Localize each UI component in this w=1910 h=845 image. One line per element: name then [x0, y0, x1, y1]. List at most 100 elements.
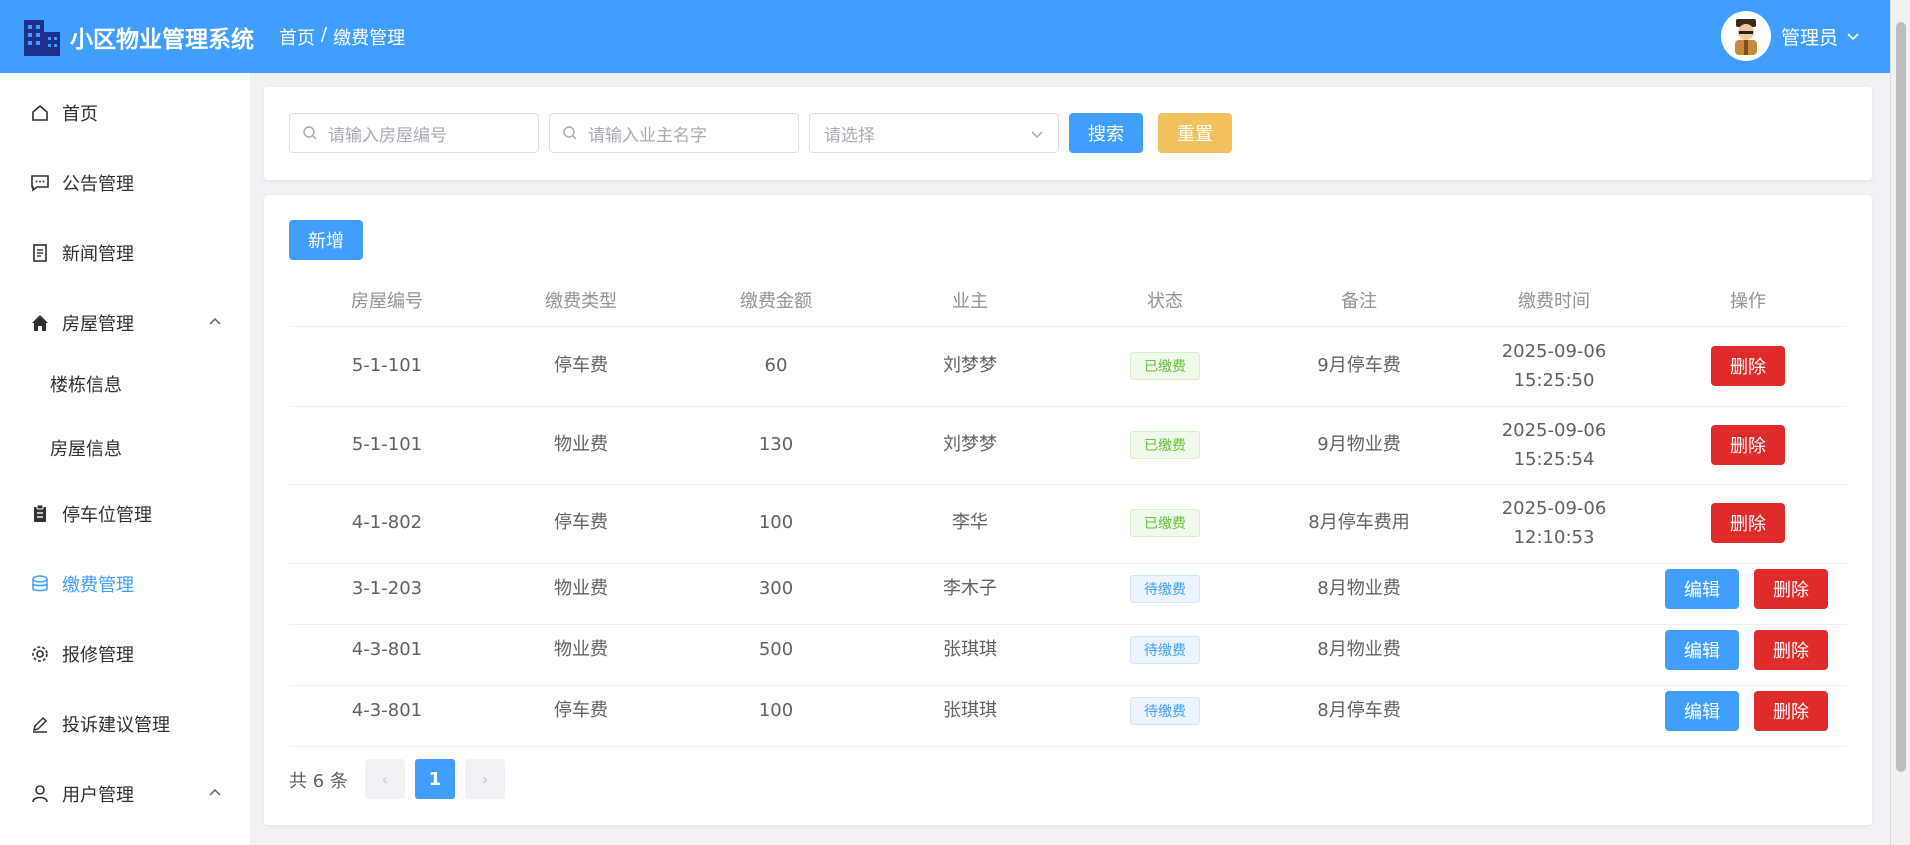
- app-title: 小区物业管理系统: [70, 26, 254, 53]
- chevron-down-icon[interactable]: [1846, 29, 1860, 43]
- breadcrumb-current: 缴费管理: [333, 27, 406, 49]
- cell-type: 停车费: [554, 700, 608, 721]
- coins-icon: [28, 572, 52, 596]
- sidebar-item-label: 房屋管理: [62, 314, 134, 335]
- delete-button[interactable]: 删除: [1754, 569, 1828, 609]
- cell-amount: 300: [758, 578, 794, 599]
- cell-owner: 张琪琪: [943, 639, 997, 660]
- column-header-time: 缴费时间: [1518, 291, 1590, 312]
- user-name[interactable]: 管理员: [1781, 23, 1838, 50]
- cell-note: 8月停车费用: [1308, 512, 1410, 533]
- house-number-placeholder: 请输入房屋编号: [328, 125, 447, 146]
- home-icon: [28, 101, 52, 125]
- cell-date: 2025-09-06: [1501, 498, 1607, 519]
- status-badge: 待缴费: [1130, 575, 1200, 603]
- breadcrumb-home[interactable]: 首页: [279, 24, 315, 50]
- column-header-note: 备注: [1341, 291, 1377, 312]
- cell-type: 物业费: [554, 434, 608, 455]
- sidebar-item-building[interactable]: 楼栋信息: [0, 359, 250, 409]
- page-1-button[interactable]: 1: [415, 759, 455, 799]
- search-icon: [563, 126, 577, 140]
- chevron-up-icon[interactable]: [208, 786, 222, 800]
- delete-button[interactable]: 删除: [1711, 346, 1785, 386]
- reset-button[interactable]: 重置: [1158, 113, 1232, 153]
- edit-button[interactable]: 编辑: [1665, 569, 1739, 609]
- cell-owner: 李华: [952, 512, 988, 533]
- sidebar-item-label: 报修管理: [62, 645, 134, 666]
- cell-type: 停车费: [554, 355, 608, 376]
- cell-type: 物业费: [554, 578, 608, 599]
- status-badge: 待缴费: [1130, 636, 1200, 664]
- cell-house: 4-3-801: [351, 639, 423, 660]
- column-header-status: 状态: [1147, 291, 1183, 312]
- sidebar-item-label: 房屋信息: [50, 439, 122, 460]
- column-header-type: 缴费类型: [545, 291, 617, 312]
- sidebar-item-label: 首页: [62, 104, 98, 125]
- sidebar-item-room[interactable]: 房屋信息: [0, 423, 250, 473]
- column-header-actions: 操作: [1730, 291, 1766, 312]
- sidebar-item-notice[interactable]: 公告管理: [0, 155, 250, 211]
- sidebar-item-home[interactable]: 首页: [0, 85, 250, 141]
- column-header-owner: 业主: [952, 291, 988, 312]
- status-select-placeholder: 请选择: [824, 125, 875, 146]
- edit-button[interactable]: 编辑: [1665, 691, 1739, 731]
- status-badge: 待缴费: [1130, 697, 1200, 725]
- sidebar-item-payment[interactable]: 缴费管理: [0, 556, 250, 612]
- cell-house: 4-1-802: [351, 512, 423, 533]
- user-icon: [28, 782, 52, 806]
- sidebar-item-parking[interactable]: 停车位管理: [0, 486, 250, 542]
- document-icon: [28, 241, 52, 265]
- add-button[interactable]: 新增: [289, 220, 363, 260]
- table-panel: 新增 房屋编号 缴费类型 缴费金额 业主 状态 备注 缴费时间 操作 5-1-1…: [264, 195, 1872, 825]
- breadcrumb-separator: /: [321, 23, 328, 45]
- cell-time: 15:25:54: [1513, 449, 1595, 470]
- status-badge: 已缴费: [1130, 509, 1200, 537]
- chevron-down-icon: [1031, 131, 1043, 139]
- cell-amount: 100: [758, 700, 794, 721]
- delete-button[interactable]: 删除: [1754, 691, 1828, 731]
- clipboard-icon: [28, 502, 52, 526]
- status-select[interactable]: 请选择: [809, 113, 1059, 153]
- gear-icon: [28, 642, 52, 666]
- search-panel: 请输入房屋编号 请输入业主名字 请选择 搜索 重置: [264, 87, 1872, 180]
- avatar-icon: [1722, 13, 1769, 59]
- status-badge: 已缴费: [1130, 352, 1200, 380]
- prev-page-button[interactable]: ‹: [365, 759, 405, 799]
- cell-owner: 张琪琪: [943, 700, 997, 721]
- cell-owner: 李木子: [943, 578, 997, 599]
- delete-button[interactable]: 删除: [1754, 630, 1828, 670]
- divider: [289, 563, 1847, 564]
- sidebar-item-house[interactable]: 房屋管理: [0, 295, 250, 351]
- sidebar-item-label: 用户管理: [62, 785, 134, 806]
- delete-button[interactable]: 删除: [1711, 425, 1785, 465]
- sidebar-item-label: 公告管理: [62, 174, 134, 195]
- cell-house: 5-1-101: [351, 434, 423, 455]
- cell-amount: 60: [764, 355, 788, 376]
- sidebar-item-repair[interactable]: 报修管理: [0, 626, 250, 682]
- cell-date: 2025-09-06: [1501, 341, 1607, 362]
- column-header-amount: 缴费金额: [740, 291, 812, 312]
- cell-time: 12:10:53: [1513, 527, 1595, 548]
- cell-type: 停车费: [554, 512, 608, 533]
- cell-type: 物业费: [554, 639, 608, 660]
- pagination-total: 共 6 条: [289, 771, 348, 792]
- edit-button[interactable]: 编辑: [1665, 630, 1739, 670]
- next-page-button[interactable]: ›: [465, 759, 505, 799]
- cell-owner: 刘梦梦: [943, 355, 997, 376]
- cell-amount: 130: [758, 434, 794, 455]
- avatar[interactable]: [1720, 11, 1771, 61]
- page-scrollbar[interactable]: [1890, 0, 1910, 845]
- owner-name-input[interactable]: 请输入业主名字: [549, 113, 799, 153]
- sidebar-item-user[interactable]: 用户管理: [0, 766, 250, 822]
- user-menu[interactable]: 管理员: [1720, 11, 1860, 61]
- sidebar-item-complaint[interactable]: 投诉建议管理: [0, 696, 250, 752]
- house-number-input[interactable]: 请输入房屋编号: [289, 113, 539, 153]
- scrollbar-thumb[interactable]: [1896, 22, 1906, 772]
- chevron-up-icon[interactable]: [208, 315, 222, 329]
- delete-button[interactable]: 删除: [1711, 503, 1785, 543]
- cell-house: 4-3-801: [351, 700, 423, 721]
- sidebar-item-news[interactable]: 新闻管理: [0, 225, 250, 281]
- divider: [289, 484, 1847, 485]
- search-button[interactable]: 搜索: [1069, 113, 1143, 153]
- cell-house: 5-1-101: [351, 355, 423, 376]
